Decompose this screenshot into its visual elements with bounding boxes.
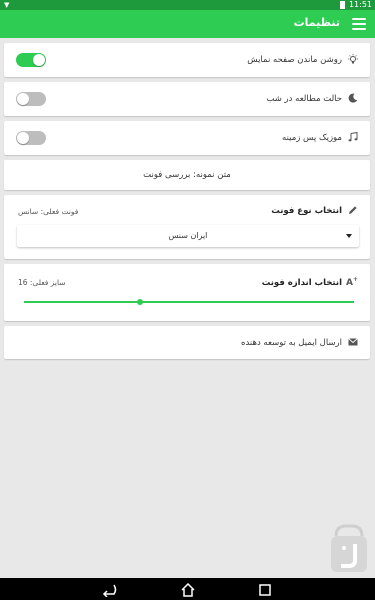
battery-icon — [339, 0, 345, 9]
slider-thumb[interactable] — [136, 299, 143, 305]
font-size-slider[interactable] — [24, 297, 354, 307]
hamburger-menu-icon[interactable] — [352, 18, 366, 30]
pencil-icon — [348, 205, 358, 218]
wifi-icon: ▼ — [4, 1, 10, 9]
recents-icon[interactable] — [258, 582, 272, 600]
screen-on-toggle[interactable] — [16, 53, 46, 67]
sample-text: متن نمونه: بررسی فونت — [143, 170, 231, 180]
background-music-toggle[interactable] — [16, 131, 46, 145]
font-type-current: فونت فعلی: سانس — [18, 207, 79, 216]
email-label: ارسال ایمیل به توسعه دهنده — [240, 338, 342, 348]
status-bar: ▼ 11:51 — [0, 0, 375, 10]
home-icon[interactable] — [180, 582, 196, 600]
status-time: 11:51 — [348, 0, 372, 9]
font-type-title: انتخاب نوع فونت — [271, 206, 342, 216]
navigation-bar — [0, 578, 375, 600]
setting-night-mode: حالت مطالعه در شب — [4, 82, 370, 116]
background-music-label: موزیک پس زمینه — [282, 133, 342, 143]
app-bar: تنظیمات — [0, 10, 375, 38]
setting-screen-on: روشن ماندن صفحه نمایش — [4, 43, 370, 77]
night-mode-toggle[interactable] — [16, 92, 46, 106]
chevron-down-icon — [346, 234, 352, 238]
font-type-selected: ایران سنس — [168, 231, 208, 240]
lightbulb-icon — [348, 54, 358, 68]
night-mode-label: حالت مطالعه در شب — [266, 94, 342, 104]
font-size-current: سایز فعلی: 16 — [18, 278, 66, 287]
font-type-select[interactable]: ایران سنس — [17, 225, 359, 247]
back-icon[interactable] — [100, 582, 118, 600]
music-note-icon — [348, 131, 358, 145]
screen-on-label: روشن ماندن صفحه نمایش — [247, 55, 342, 65]
moon-icon — [348, 93, 358, 106]
font-size-card: A+ انتخاب اندازه فونت سایز فعلی: 16 — [4, 264, 370, 321]
sample-text-card: متن نمونه: بررسی فونت — [4, 160, 370, 190]
font-size-title: انتخاب اندازه فونت — [261, 278, 342, 288]
setting-background-music: موزیک پس زمینه — [4, 121, 370, 155]
email-developer-card[interactable]: ارسال ایمیل به توسعه دهنده — [4, 326, 370, 359]
app-title: تنظیمات — [293, 16, 340, 29]
bazaar-logo — [328, 522, 370, 574]
font-type-card: انتخاب نوع فونت فونت فعلی: سانس ایران سن… — [4, 195, 370, 259]
slider-track — [24, 301, 354, 303]
font-size-icon: A+ — [346, 276, 358, 288]
email-icon — [348, 338, 358, 349]
